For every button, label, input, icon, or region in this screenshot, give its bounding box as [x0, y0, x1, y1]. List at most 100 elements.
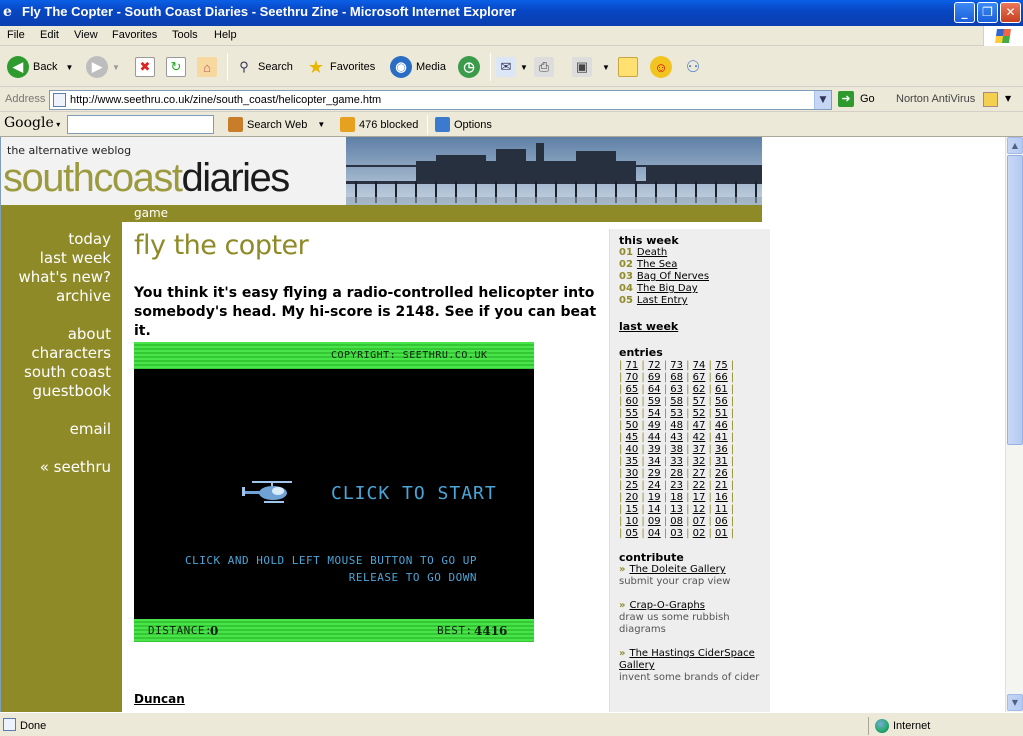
entry-link[interactable]: 65 [622, 384, 641, 396]
entry-link[interactable]: 21 [712, 480, 731, 492]
nav-archive[interactable]: archive [56, 287, 111, 305]
entry-link[interactable]: 15 [622, 504, 641, 516]
entry-link[interactable]: 59 [645, 396, 664, 408]
entry-link[interactable]: 08 [667, 516, 686, 528]
entry-link[interactable]: 69 [645, 372, 664, 384]
search-web-button[interactable]: Search Web ▼ [228, 117, 325, 132]
entry-link[interactable]: 18 [667, 492, 686, 504]
entry-link[interactable]: 32 [690, 456, 709, 468]
entry-link[interactable]: 49 [645, 420, 664, 432]
nav-email[interactable]: email [70, 420, 111, 438]
nav-south-coast[interactable]: south coast [24, 363, 111, 381]
address-input[interactable]: http://www.seethru.co.uk/zine/south_coas… [49, 90, 832, 110]
entry-link[interactable]: 11 [712, 504, 731, 516]
entry-link[interactable]: 17 [690, 492, 709, 504]
entry-link[interactable]: 74 [690, 360, 709, 372]
this-week-item[interactable]: 02 The Sea [619, 259, 677, 270]
address-url[interactable]: http://www.seethru.co.uk/zine/south_coas… [70, 94, 381, 106]
nav-seethru[interactable]: « seethru [40, 458, 111, 476]
entry-link[interactable]: 14 [645, 504, 664, 516]
this-week-item[interactable]: 05 Last Entry [619, 295, 688, 306]
entry-link[interactable]: 68 [667, 372, 686, 384]
entry-link[interactable]: 38 [667, 444, 686, 456]
entry-link[interactable]: 48 [667, 420, 686, 432]
nav-about[interactable]: about [68, 325, 111, 343]
entry-link[interactable]: 05 [622, 528, 641, 540]
minimize-button[interactable]: _ [954, 2, 975, 23]
entry-link[interactable]: 67 [690, 372, 709, 384]
entry-link[interactable]: 25 [622, 480, 641, 492]
norton-icon[interactable] [983, 92, 998, 107]
menu-file[interactable]: File [7, 29, 25, 41]
menu-tools[interactable]: Tools [172, 29, 198, 41]
author-link[interactable]: Duncan [134, 692, 185, 706]
contribute-link[interactable]: » The Hastings CiderSpace Gallery [619, 648, 764, 672]
edit-button[interactable]: ▣ ▼ [572, 55, 610, 79]
scroll-down-icon[interactable]: ▼ [1007, 694, 1023, 711]
entry-link[interactable]: 02 [690, 528, 709, 540]
vertical-scrollbar[interactable]: ▲ ▼ [1005, 137, 1023, 712]
entry-link[interactable]: 30 [622, 468, 641, 480]
click-to-start[interactable]: CLICK TO START [331, 483, 497, 504]
search-button[interactable]: ⚲ Search [234, 55, 293, 79]
stop-button[interactable]: ✖ [135, 55, 159, 79]
entry-link[interactable]: 75 [712, 360, 731, 372]
entry-link[interactable]: 22 [690, 480, 709, 492]
entry-link[interactable]: 10 [622, 516, 641, 528]
entry-link[interactable]: 51 [712, 408, 731, 420]
entry-link[interactable]: 29 [645, 468, 664, 480]
entry-link[interactable]: 52 [690, 408, 709, 420]
entry-link[interactable]: 46 [712, 420, 731, 432]
forward-dropdown-icon[interactable]: ▼ [112, 63, 120, 72]
menu-edit[interactable]: Edit [40, 29, 59, 41]
history-button[interactable]: ◷ [458, 55, 484, 79]
entry-link[interactable]: 50 [622, 420, 641, 432]
entry-link[interactable]: 62 [690, 384, 709, 396]
print-button[interactable]: ⎙ [534, 55, 558, 79]
mail-dropdown-icon[interactable]: ▼ [520, 63, 528, 72]
entry-link[interactable]: 45 [622, 432, 641, 444]
entry-link[interactable]: 26 [712, 468, 731, 480]
this-week-item[interactable]: 03 Bag Of Nerves [619, 271, 709, 282]
entry-link[interactable]: 35 [622, 456, 641, 468]
entry-link[interactable]: 71 [622, 360, 641, 372]
entry-link[interactable]: 60 [622, 396, 641, 408]
google-logo[interactable]: Google ▾ [4, 115, 60, 131]
forward-button[interactable]: ▶ ▼ [86, 55, 120, 79]
entry-link[interactable]: 56 [712, 396, 731, 408]
popup-blocker[interactable]: 476 blocked [340, 117, 418, 132]
entry-link[interactable]: 43 [667, 432, 686, 444]
entry-link[interactable]: 53 [667, 408, 686, 420]
entry-link[interactable]: 33 [667, 456, 686, 468]
nav-today[interactable]: today [68, 230, 111, 248]
entry-link[interactable]: 06 [712, 516, 731, 528]
entry-link[interactable]: 70 [622, 372, 641, 384]
entry-link[interactable]: 40 [622, 444, 641, 456]
entry-link[interactable]: 01 [712, 528, 731, 540]
edit-dropdown-icon[interactable]: ▼ [602, 63, 610, 72]
nav-last-week[interactable]: last week [40, 249, 111, 267]
entry-link[interactable]: 57 [690, 396, 709, 408]
entry-link[interactable]: 34 [645, 456, 664, 468]
contribute-link[interactable]: » The Doleite Gallery [619, 564, 726, 575]
nav-characters[interactable]: characters [31, 344, 111, 362]
favorites-button[interactable]: ★ Favorites [306, 55, 375, 79]
entry-link[interactable]: 72 [645, 360, 664, 372]
home-button[interactable]: ⌂ [197, 55, 221, 79]
nav-guestbook[interactable]: guestbook [32, 382, 111, 400]
entry-link[interactable]: 19 [645, 492, 664, 504]
entry-link[interactable]: 27 [690, 468, 709, 480]
entry-link[interactable]: 28 [667, 468, 686, 480]
entry-link[interactable]: 73 [667, 360, 686, 372]
entry-link[interactable]: 36 [712, 444, 731, 456]
this-week-item[interactable]: 04 The Big Day [619, 283, 698, 294]
entry-link[interactable]: 20 [622, 492, 641, 504]
last-week-link[interactable]: last week [619, 320, 678, 333]
back-dropdown-icon[interactable]: ▼ [65, 63, 73, 72]
entry-link[interactable]: 12 [690, 504, 709, 516]
entry-link[interactable]: 09 [645, 516, 664, 528]
menu-view[interactable]: View [74, 29, 98, 41]
search-web-dropdown-icon[interactable]: ▼ [317, 120, 325, 129]
mail-button[interactable]: ✉ ▼ [496, 55, 528, 79]
entry-link[interactable]: 23 [667, 480, 686, 492]
